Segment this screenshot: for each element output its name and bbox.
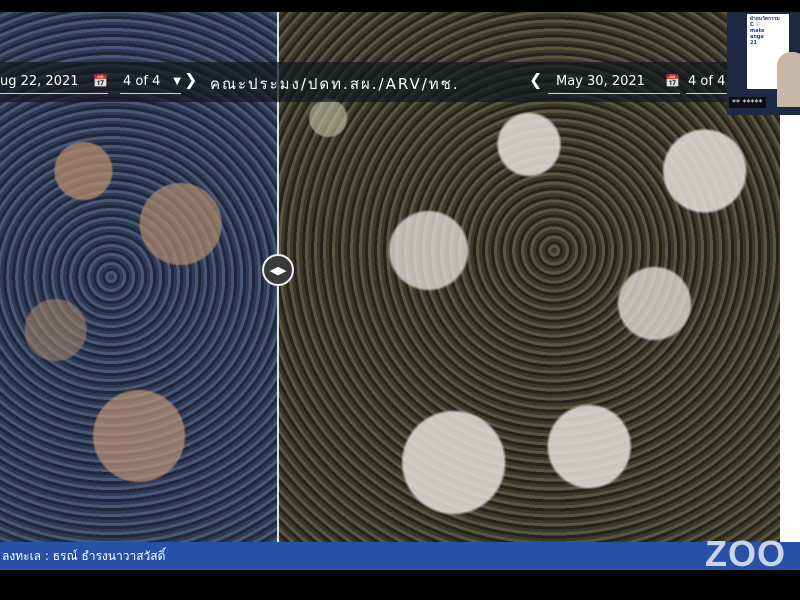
chevron-left-icon[interactable]: ❮ (529, 70, 542, 89)
left-page-value: 4 of 4 (123, 73, 161, 89)
top-letterbox (0, 0, 800, 12)
right-page-value: 4 of 4 (688, 73, 726, 89)
right-edge-panel (780, 115, 800, 542)
compare-toolbar: ug 22, 2021 📅 4 of 4 ▼ ❯ คณะประมง/ปดท.สผ… (0, 62, 780, 102)
bottom-letterbox (0, 570, 800, 600)
participant-name-label: ** ***** (729, 97, 766, 108)
image-compare-viewer[interactable]: ◀▶ ug 22, 2021 📅 4 of 4 ▼ ❯ คณะประมง/ปดท… (0, 12, 780, 542)
chevron-right-icon[interactable]: ❯ (184, 70, 197, 89)
right-date-value: May 30, 2021 (556, 73, 645, 89)
left-date-value: ug 22, 2021 (0, 73, 79, 89)
swipe-handle-icon[interactable]: ◀▶ (262, 254, 294, 286)
calendar-icon[interactable]: 📅 (93, 74, 108, 88)
left-date-picker[interactable]: ug 22, 2021 📅 (0, 69, 108, 94)
right-date-picker[interactable]: May 30, 2021 📅 (548, 69, 680, 94)
zoom-logo: ZOO (705, 533, 786, 574)
speaker-credit: ลงทะเล : ธรณ์ ธำรงนาวาสวัสดิ์ (2, 548, 166, 563)
calendar-icon[interactable]: 📅 (665, 74, 680, 88)
participant-avatar (777, 52, 800, 107)
layer-title: คณะประมง/ปดท.สผ./ARV/ทช. (210, 75, 460, 93)
caret-down-icon[interactable]: ▼ (173, 76, 181, 87)
left-page-select[interactable]: 4 of 4 ▼ (120, 69, 181, 94)
caption-bar: ลงทะเล : ธรณ์ ธำรงนาวาสวัสดิ์ (0, 542, 800, 570)
participant-video-tile[interactable]: ฝ่ายนวัตกรรม C ☉ mate ange 21 ** ***** (727, 12, 800, 115)
